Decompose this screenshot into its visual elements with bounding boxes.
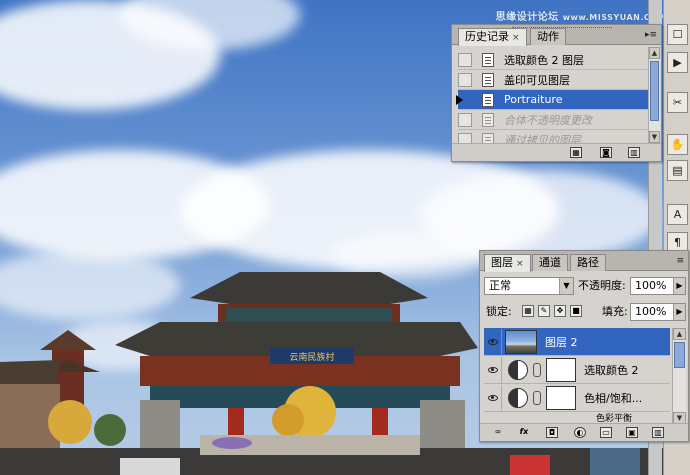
history-footer: ▦ ◙ ▥ [452,143,661,161]
tab-actions[interactable]: 动作 [530,28,566,45]
tool-icon-2[interactable]: ▶ [667,52,688,73]
snapshot-source-checkbox[interactable] [458,112,472,127]
tab-paths[interactable]: 路径 [570,254,606,271]
link-chain-icon [533,362,541,377]
tab-history[interactable]: 历史记录 × [458,28,527,46]
visibility-eye-icon[interactable] [484,356,502,383]
close-icon[interactable]: × [516,259,524,269]
adjustment-icon[interactable]: ◐ [574,427,586,438]
layer-mask-thumbnail [546,357,576,382]
panel-menu-icon[interactable]: ▸≡ [645,30,657,40]
snapshot-source-checkbox[interactable] [458,72,472,87]
chevron-down-icon: ▼ [559,278,573,294]
scroll-thumb[interactable] [650,61,659,121]
layer-row[interactable]: 色彩平衡 [484,412,670,423]
layer-row[interactable]: 选取颜色 2 [484,356,670,384]
opacity-label: 不透明度: [578,279,626,292]
fill-input[interactable]: 100% ▶ [630,303,686,321]
chevron-right-icon[interactable]: ▶ [673,304,685,320]
svg-text:云南民族村: 云南民族村 [289,351,334,363]
tool-icon-5[interactable]: ▤ [667,160,688,181]
layers-panel: 图层 × 通道 路径 ≡ 正常 ▼ 不透明度: 100% ▶ 锁定: ▦ ✎ ✥ ■ … [479,250,689,442]
visibility-eye-icon[interactable] [484,328,502,355]
history-state-icon [482,112,494,127]
visibility-eye-icon[interactable] [484,384,502,411]
layer-row-selected[interactable]: 图层 2 [484,328,670,356]
history-state-icon [482,52,494,67]
adjustment-layer-icon [508,387,528,408]
history-item[interactable]: 选取颜色 2 图层 [458,50,650,70]
history-scrollbar[interactable]: ▲ ▼ [648,47,660,143]
text-tool-icon[interactable]: A [667,204,688,225]
history-item[interactable]: 盖印可见图层 [458,70,650,90]
mask-icon[interactable]: ◘ [546,427,558,438]
snapshot-source-checkbox[interactable] [458,52,472,67]
trash-icon[interactable]: ▥ [652,427,664,438]
camera-icon[interactable]: ◙ [600,147,612,158]
tool-icon-3[interactable]: ✂ [667,92,688,113]
link-chain-icon [533,390,541,405]
layers-scrollbar[interactable]: ▲ ▼ [672,328,686,424]
tool-icon-1[interactable]: ☐ [667,24,688,45]
tab-channels[interactable]: 通道 [532,254,568,271]
history-item[interactable]: 合体不透明度更改 [458,110,650,130]
layer-thumbnail [505,329,537,354]
history-state-icon [482,92,494,107]
history-item-selected[interactable]: Portraiture [456,90,650,110]
group-icon[interactable]: ▭ [600,427,612,438]
opacity-input[interactable]: 100% ▶ [630,277,686,295]
chevron-right-icon[interactable]: ▶ [673,278,685,294]
fill-label: 填充: [602,305,628,318]
layer-row[interactable]: 色相/饱和... [484,384,670,412]
panel-menu-icon[interactable]: ≡ [676,256,684,266]
close-icon[interactable]: × [512,33,520,43]
history-panel: 历史记录 × 动作 ▸≡ 选取颜色 2 图层 盖印可见图层 Portraiture… [451,24,662,162]
link-icon[interactable]: ∞ [492,427,504,438]
lock-pixels-icon[interactable]: ✎ [538,305,550,317]
history-list: 选取颜色 2 图层 盖印可见图层 Portraiture 合体不透明度更改 通过… [456,50,650,150]
new-snapshot-icon[interactable]: ▦ [570,147,582,158]
tab-layers[interactable]: 图层 × [484,254,531,272]
lock-transparency-icon[interactable]: ▦ [522,305,534,317]
blend-opacity-row: 正常 ▼ 不透明度: 100% ▶ [484,277,686,297]
scroll-up-icon[interactable]: ▲ [673,328,686,340]
scroll-up-icon[interactable]: ▲ [649,47,660,59]
lock-all-icon[interactable]: ■ [570,305,582,317]
trash-icon[interactable]: ▥ [628,147,640,158]
watermark: 思缘设计论坛 www.MISSYUAN.COM [495,12,666,23]
scroll-down-icon[interactable]: ▼ [649,131,660,143]
layers-footer: ∞ fx ◘ ◐ ▭ ▣ ▥ [480,423,688,441]
lock-label: 锁定: [486,305,512,318]
lock-fill-row: 锁定: ▦ ✎ ✥ ■ 填充: 100% ▶ [484,303,686,323]
tool-icon-4[interactable]: ✋ [667,134,688,155]
scroll-thumb[interactable] [674,342,685,368]
history-tabs: 历史记录 × 动作 ▸≡ [452,25,661,46]
layer-mask-thumbnail [546,385,576,410]
adjustment-layer-icon [508,359,528,380]
history-state-icon [482,72,494,87]
history-pointer-icon [456,95,463,105]
layers-tabs: 图层 × 通道 路径 ≡ [480,251,688,272]
layer-list: 图层 2 选取颜色 2 色相/饱和... 色彩平衡 [484,328,670,422]
new-layer-icon[interactable]: ▣ [626,427,638,438]
blend-mode-select[interactable]: 正常 ▼ [484,277,574,295]
fx-icon[interactable]: fx [518,427,530,438]
lock-position-icon[interactable]: ✥ [554,305,566,317]
